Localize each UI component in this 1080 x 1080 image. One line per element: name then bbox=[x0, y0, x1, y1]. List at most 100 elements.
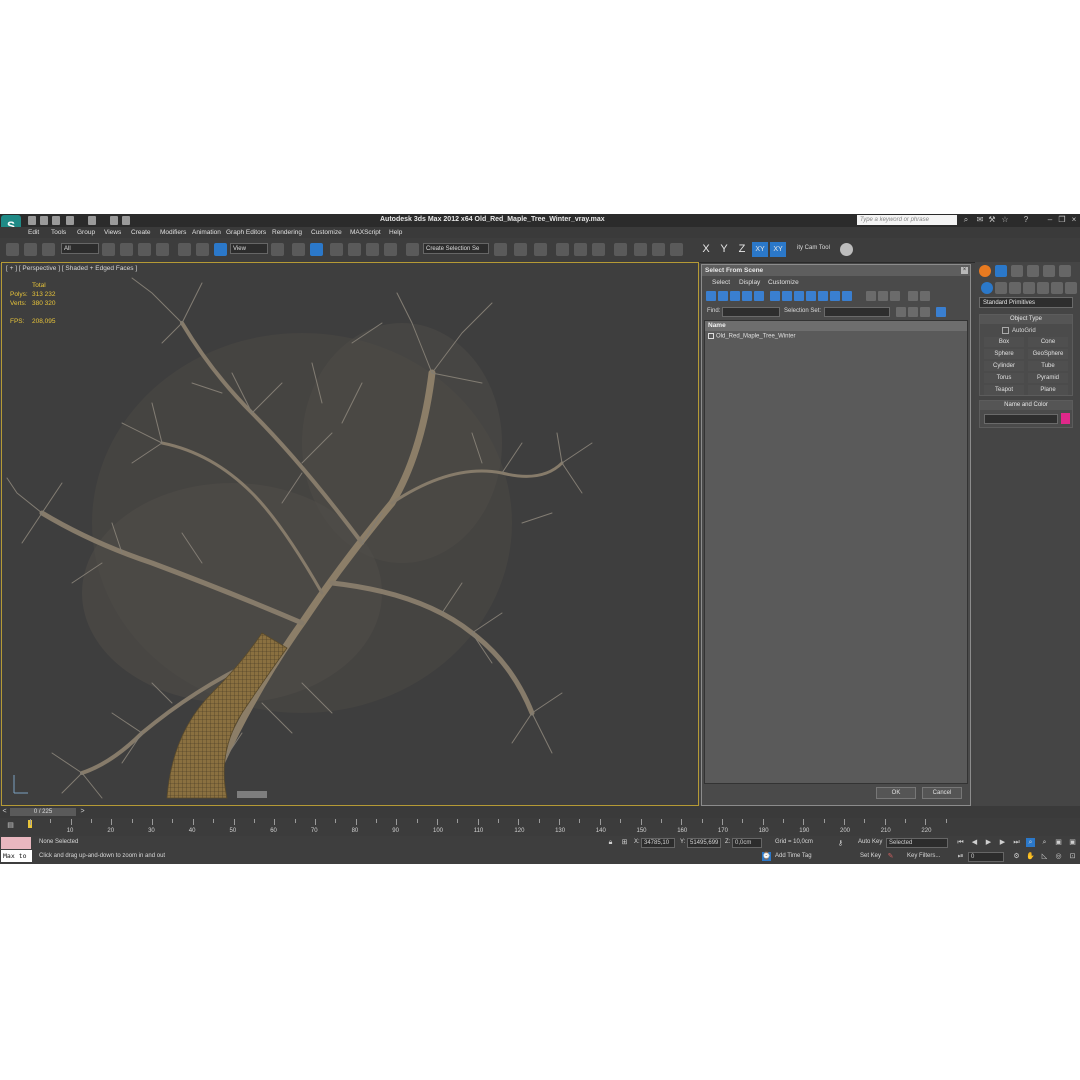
help-tools-icon[interactable]: ⚒ bbox=[988, 216, 996, 224]
list-item[interactable]: Old_Red_Maple_Tree_Winter bbox=[708, 333, 795, 340]
box-button[interactable]: Box bbox=[984, 337, 1024, 347]
favorites-star-icon[interactable]: ☆ bbox=[1001, 216, 1009, 224]
help-icon[interactable]: ? bbox=[1022, 216, 1030, 224]
cone-button[interactable]: Cone bbox=[1028, 337, 1068, 347]
percent-snap-icon[interactable] bbox=[366, 243, 379, 256]
display-space-warps-icon[interactable] bbox=[770, 291, 780, 301]
display-all-icon[interactable] bbox=[866, 291, 876, 301]
axis-x-button[interactable]: X bbox=[698, 242, 714, 257]
dialog-menu-select[interactable]: Select bbox=[712, 279, 730, 286]
align-icon[interactable] bbox=[514, 243, 527, 256]
menu-modifiers[interactable]: Modifiers bbox=[160, 229, 186, 236]
z-coordinate-field[interactable]: 0,0cm bbox=[732, 838, 762, 848]
slider-next-icon[interactable]: > bbox=[78, 807, 87, 816]
torus-button[interactable]: Torus bbox=[984, 373, 1024, 383]
zoom-extents-all-icon[interactable]: ▣ bbox=[1068, 838, 1077, 847]
menu-help[interactable]: Help bbox=[389, 229, 402, 236]
curve-editor-icon[interactable] bbox=[574, 243, 587, 256]
utilities-tab-icon[interactable] bbox=[1059, 265, 1071, 277]
next-frame-icon[interactable]: ▶ bbox=[998, 838, 1007, 847]
restore-icon[interactable]: ❐ bbox=[1058, 216, 1066, 224]
dialog-menu-customize[interactable]: Customize bbox=[768, 279, 799, 286]
zoom-all-icon[interactable]: ⌕ bbox=[1040, 838, 1049, 847]
move-icon[interactable] bbox=[178, 243, 191, 256]
binoculars-icon[interactable]: ⌕ bbox=[962, 216, 970, 224]
spacewarps-category-icon[interactable] bbox=[1051, 282, 1063, 294]
display-geometry-icon[interactable] bbox=[706, 291, 716, 301]
menu-create[interactable]: Create bbox=[131, 229, 151, 236]
menu-animation[interactable]: Animation bbox=[192, 229, 221, 236]
display-cameras-icon[interactable] bbox=[742, 291, 752, 301]
scene-object-list[interactable]: Name Old_Red_Maple_Tree_Winter bbox=[704, 320, 968, 784]
unlink-icon[interactable] bbox=[24, 243, 37, 256]
tube-button[interactable]: Tube bbox=[1028, 361, 1068, 371]
display-hidden-icon[interactable] bbox=[842, 291, 852, 301]
add-time-tag-button[interactable]: Add Time Tag bbox=[775, 853, 812, 859]
select-manipulate-icon[interactable] bbox=[292, 243, 305, 256]
menu-views[interactable]: Views bbox=[104, 229, 121, 236]
named-selection-set-dropdown[interactable]: Create Selection Se bbox=[423, 243, 489, 254]
pyramid-button[interactable]: Pyramid bbox=[1028, 373, 1068, 383]
set-key-button[interactable]: Set Key bbox=[860, 853, 881, 859]
display-containers-icon[interactable] bbox=[818, 291, 828, 301]
time-tag-icon[interactable]: ⌚ bbox=[762, 852, 771, 861]
keyboard-shortcut-override-icon[interactable] bbox=[310, 243, 323, 256]
filter-options-icon[interactable] bbox=[920, 291, 930, 301]
new-file-icon[interactable] bbox=[28, 216, 36, 225]
current-frame-field[interactable]: 0 bbox=[968, 852, 1004, 862]
bind-space-warp-icon[interactable] bbox=[42, 243, 55, 256]
zoom-viewport-icon[interactable]: ⌕ bbox=[1026, 838, 1035, 847]
graphite-ribbon-icon[interactable] bbox=[556, 243, 569, 256]
find-input[interactable] bbox=[722, 307, 780, 317]
axis-xy-button[interactable]: XY bbox=[752, 242, 768, 257]
absolute-mode-icon[interactable]: ⊞ bbox=[620, 838, 629, 847]
object-name-input[interactable] bbox=[984, 414, 1058, 424]
key-filters-button[interactable]: Key Filters... bbox=[907, 853, 940, 859]
modify-tab-icon[interactable] bbox=[995, 265, 1007, 277]
x-coordinate-field[interactable]: 34785,10 bbox=[641, 838, 675, 848]
maximize-viewport-icon[interactable]: ⊡ bbox=[1068, 852, 1077, 861]
goto-start-icon[interactable]: ⏮ bbox=[956, 838, 965, 847]
select-invert-icon[interactable] bbox=[920, 307, 930, 317]
display-none-icon[interactable] bbox=[878, 291, 888, 301]
object-type-title[interactable]: Object Type bbox=[980, 315, 1072, 324]
minimize-icon[interactable]: – bbox=[1046, 216, 1054, 224]
axis-y-button[interactable]: Y bbox=[716, 242, 732, 257]
render-production-icon[interactable] bbox=[670, 243, 683, 256]
pivot-center-icon[interactable] bbox=[271, 243, 284, 256]
search-input[interactable]: Type a keyword or phrase bbox=[857, 215, 957, 225]
project-folder-icon[interactable] bbox=[110, 216, 118, 225]
communication-center-icon[interactable]: ✉ bbox=[976, 216, 984, 224]
key-mode-toggle-icon[interactable]: ⏯ bbox=[956, 852, 965, 861]
helpers-category-icon[interactable] bbox=[1037, 282, 1049, 294]
maxscript-listener-result[interactable] bbox=[1, 837, 31, 849]
reference-coordinate-dropdown[interactable]: View bbox=[230, 243, 268, 254]
rotate-icon[interactable] bbox=[196, 243, 209, 256]
spinner-snap-icon[interactable] bbox=[384, 243, 397, 256]
name-and-color-title[interactable]: Name and Color bbox=[980, 401, 1072, 410]
maxscript-mini-listener[interactable]: Max to bbox=[1, 850, 32, 862]
menu-rendering[interactable]: Rendering bbox=[272, 229, 302, 236]
menu-maxscript[interactable]: MAXScript bbox=[350, 229, 381, 236]
cylinder-button[interactable]: Cylinder bbox=[984, 361, 1024, 371]
utility-tool-label[interactable]: ity Cam Tool bbox=[795, 243, 835, 254]
edit-named-selection-icon[interactable] bbox=[406, 243, 419, 256]
menu-edit[interactable]: Edit bbox=[28, 229, 39, 236]
display-lights-icon[interactable] bbox=[730, 291, 740, 301]
display-tab-icon[interactable] bbox=[1043, 265, 1055, 277]
close-icon[interactable]: × bbox=[1070, 216, 1078, 224]
y-coordinate-field[interactable]: 51495,699 bbox=[687, 838, 721, 848]
angle-snap-icon[interactable] bbox=[348, 243, 361, 256]
key-pencil-icon[interactable]: ✎ bbox=[886, 852, 895, 861]
dialog-close-icon[interactable]: × bbox=[961, 267, 968, 274]
mirror-icon[interactable] bbox=[494, 243, 507, 256]
select-all-icon[interactable] bbox=[896, 307, 906, 317]
lights-category-icon[interactable] bbox=[1009, 282, 1021, 294]
selection-set-dropdown[interactable] bbox=[824, 307, 890, 317]
window-crossing-icon[interactable] bbox=[156, 243, 169, 256]
workspace-icon[interactable] bbox=[122, 216, 130, 225]
cam-tool-icon[interactable] bbox=[840, 243, 853, 256]
time-configuration-icon[interactable]: ⚙ bbox=[1012, 852, 1021, 861]
plane-button[interactable]: Plane bbox=[1028, 385, 1068, 395]
time-slider[interactable]: 0 / 225 bbox=[10, 808, 76, 816]
